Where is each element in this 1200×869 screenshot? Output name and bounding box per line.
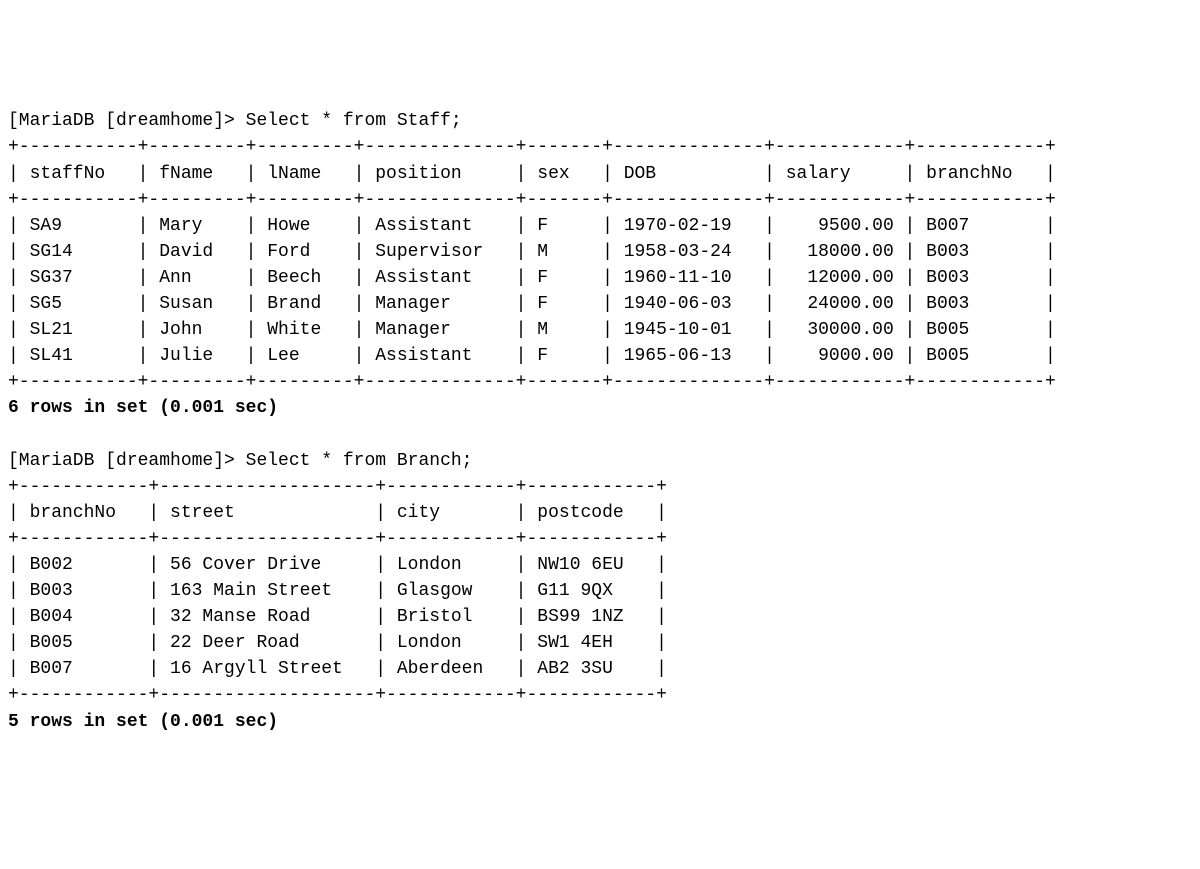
staff-table-line: | SL21 | John | White | Manager | M | 19… [8,320,1056,340]
branch-table-line: +------------+--------------------+-----… [8,477,667,497]
branch-table-line: | B005 | 22 Deer Road | London | SW1 4EH… [8,633,667,653]
sql-prompt-staff: [MariaDB [dreamhome]> Select * from Staf… [8,111,462,131]
staff-table-line: +-----------+---------+---------+-------… [8,190,1056,210]
branch-table-line: | branchNo | street | city | postcode | [8,503,667,523]
branch-table-line: | B002 | 56 Cover Drive | London | NW10 … [8,555,667,575]
branch-table-line: +------------+--------------------+-----… [8,685,667,705]
staff-table-line: +-----------+---------+---------+-------… [8,372,1056,392]
staff-table-line: | SG14 | David | Ford | Supervisor | M |… [8,242,1056,262]
staff-table-line: | SL41 | Julie | Lee | Assistant | F | 1… [8,346,1056,366]
branch-table-line: | B007 | 16 Argyll Street | Aberdeen | A… [8,659,667,679]
staff-table-line: | SG5 | Susan | Brand | Manager | F | 19… [8,294,1056,314]
staff-table-line: | SA9 | Mary | Howe | Assistant | F | 19… [8,216,1056,236]
sql-prompt-branch: [MariaDB [dreamhome]> Select * from Bran… [8,451,472,471]
branch-table-line: +------------+--------------------+-----… [8,529,667,549]
branch-status: 5 rows in set (0.001 sec) [8,712,278,732]
branch-table-line: | B003 | 163 Main Street | Glasgow | G11… [8,581,667,601]
branch-table-line: | B004 | 32 Manse Road | Bristol | BS99 … [8,607,667,627]
staff-status: 6 rows in set (0.001 sec) [8,398,278,418]
staff-table-line: +-----------+---------+---------+-------… [8,137,1056,157]
staff-table-line: | staffNo | fName | lName | position | s… [8,164,1056,184]
staff-table-line: | SG37 | Ann | Beech | Assistant | F | 1… [8,268,1056,288]
